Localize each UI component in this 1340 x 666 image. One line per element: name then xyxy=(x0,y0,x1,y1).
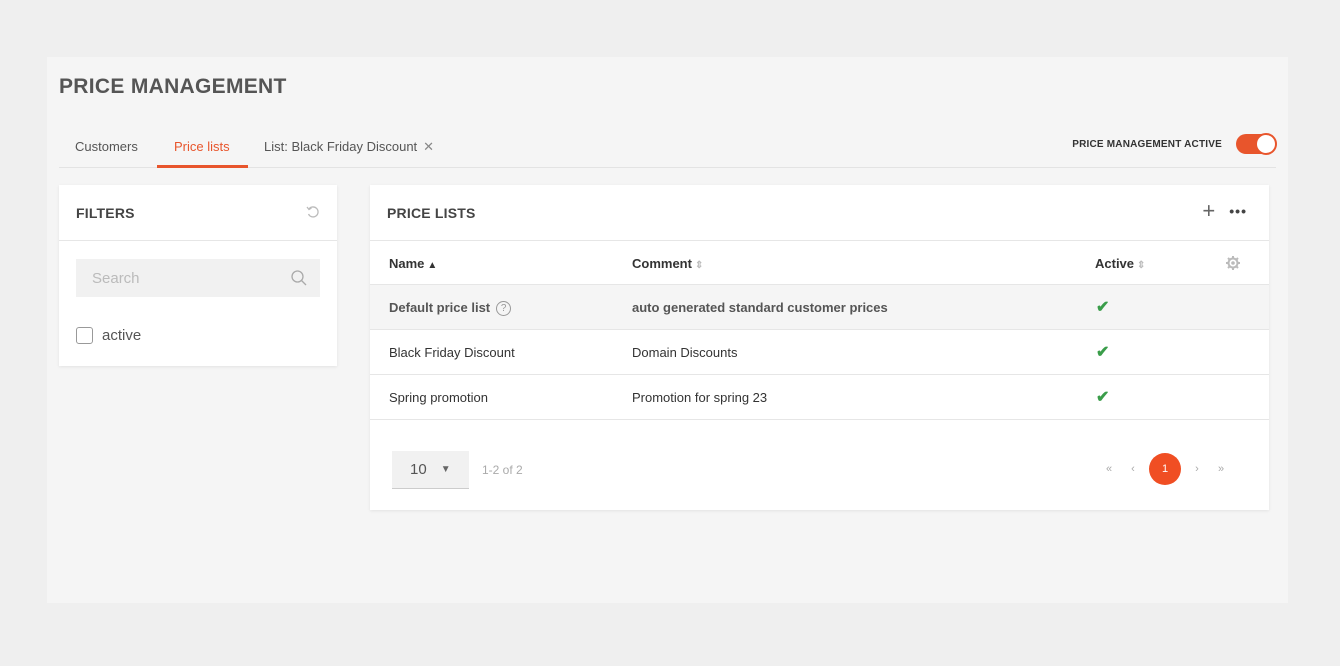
sort-icon: ⇕ xyxy=(694,260,704,271)
tab-price-lists[interactable]: Price lists xyxy=(174,139,230,154)
price-management-toggle[interactable] xyxy=(1236,133,1277,155)
sort-icon: ⇕ xyxy=(1137,260,1146,271)
pager-range: 1-2 of 2 xyxy=(482,463,523,477)
active-checkbox[interactable] xyxy=(76,327,93,344)
next-page-button[interactable]: › xyxy=(1185,463,1209,475)
column-comment-label: Comment xyxy=(632,256,692,271)
gear-icon[interactable] xyxy=(1225,255,1241,271)
table-row[interactable]: Black Friday Discount Domain Discounts ✔ xyxy=(370,330,1269,375)
toggle-knob xyxy=(1255,133,1277,155)
cell-comment: auto generated standard customer prices xyxy=(632,300,888,315)
price-management-active-label: PRICE MANAGEMENT ACTIVE xyxy=(1072,138,1222,150)
column-active-label: Active xyxy=(1095,256,1135,271)
filters-card: FILTERS active xyxy=(59,185,337,366)
cell-comment: Domain Discounts xyxy=(632,345,738,360)
table-row[interactable]: Spring promotion Promotion for spring 23… xyxy=(370,375,1269,420)
search-icon[interactable] xyxy=(290,269,308,287)
table-row[interactable]: Default price list? auto generated stand… xyxy=(370,285,1269,330)
column-comment[interactable]: Comment ⇕ xyxy=(632,256,703,271)
chevron-down-icon: ▼ xyxy=(440,464,451,475)
cell-name: Black Friday Discount xyxy=(389,345,515,360)
filters-header: FILTERS xyxy=(59,185,337,241)
cell-comment: Promotion for spring 23 xyxy=(632,390,768,405)
tab-customers[interactable]: Customers xyxy=(75,139,138,154)
active-tab-indicator xyxy=(157,165,248,168)
column-active[interactable]: Active ⇕ xyxy=(1095,256,1145,271)
check-icon: ✔ xyxy=(1096,344,1110,361)
filters-title: FILTERS xyxy=(76,204,135,221)
column-name[interactable]: Name ▲ xyxy=(389,256,437,271)
tab-list-black-friday[interactable]: List: Black Friday Discount ✕ xyxy=(264,139,434,155)
active-checkbox-label: active xyxy=(102,327,142,344)
cell-name: Default price list? xyxy=(389,300,512,316)
row-name: Default price list xyxy=(389,300,491,315)
main-panel: PRICE MANAGEMENT Customers Price lists L… xyxy=(47,57,1288,603)
page-size-select[interactable]: 10 ▼ xyxy=(392,451,469,489)
prev-page-button[interactable]: ‹ xyxy=(1121,463,1145,475)
table-header: Name ▲ Comment ⇕ Active ⇕ xyxy=(370,241,1269,285)
current-page-button[interactable]: 1 xyxy=(1149,453,1181,485)
reset-icon[interactable] xyxy=(305,204,321,220)
first-page-button[interactable]: « xyxy=(1097,463,1121,475)
pagination: « ‹ 1 › » xyxy=(1097,453,1233,485)
header-actions: + ••• xyxy=(1202,200,1247,222)
page-size-value: 10 xyxy=(410,461,427,478)
last-page-button[interactable]: » xyxy=(1209,463,1233,475)
help-icon[interactable]: ? xyxy=(496,301,512,316)
active-filter[interactable]: active xyxy=(76,327,141,344)
price-lists-card: PRICE LISTS + ••• Name ▲ Comment ⇕ Active ⇕ xyxy=(370,185,1269,510)
more-icon[interactable]: ••• xyxy=(1229,203,1247,219)
column-name-label: Name xyxy=(389,256,425,271)
search-box xyxy=(76,259,320,297)
add-icon[interactable]: + xyxy=(1202,200,1215,222)
check-icon: ✔ xyxy=(1096,299,1110,316)
cell-name: Spring promotion xyxy=(389,390,488,405)
price-management-toggle-group: PRICE MANAGEMENT ACTIVE xyxy=(1072,133,1277,155)
price-lists-header: PRICE LISTS + ••• xyxy=(370,185,1269,241)
price-lists-title: PRICE LISTS xyxy=(387,204,476,221)
page-title: PRICE MANAGEMENT xyxy=(59,75,287,98)
search-input[interactable] xyxy=(76,259,320,297)
tab-list-black-friday-label: List: Black Friday Discount xyxy=(264,139,418,154)
sort-asc-icon: ▲ xyxy=(427,260,438,271)
check-icon: ✔ xyxy=(1096,389,1110,406)
close-icon[interactable]: ✕ xyxy=(423,139,434,155)
